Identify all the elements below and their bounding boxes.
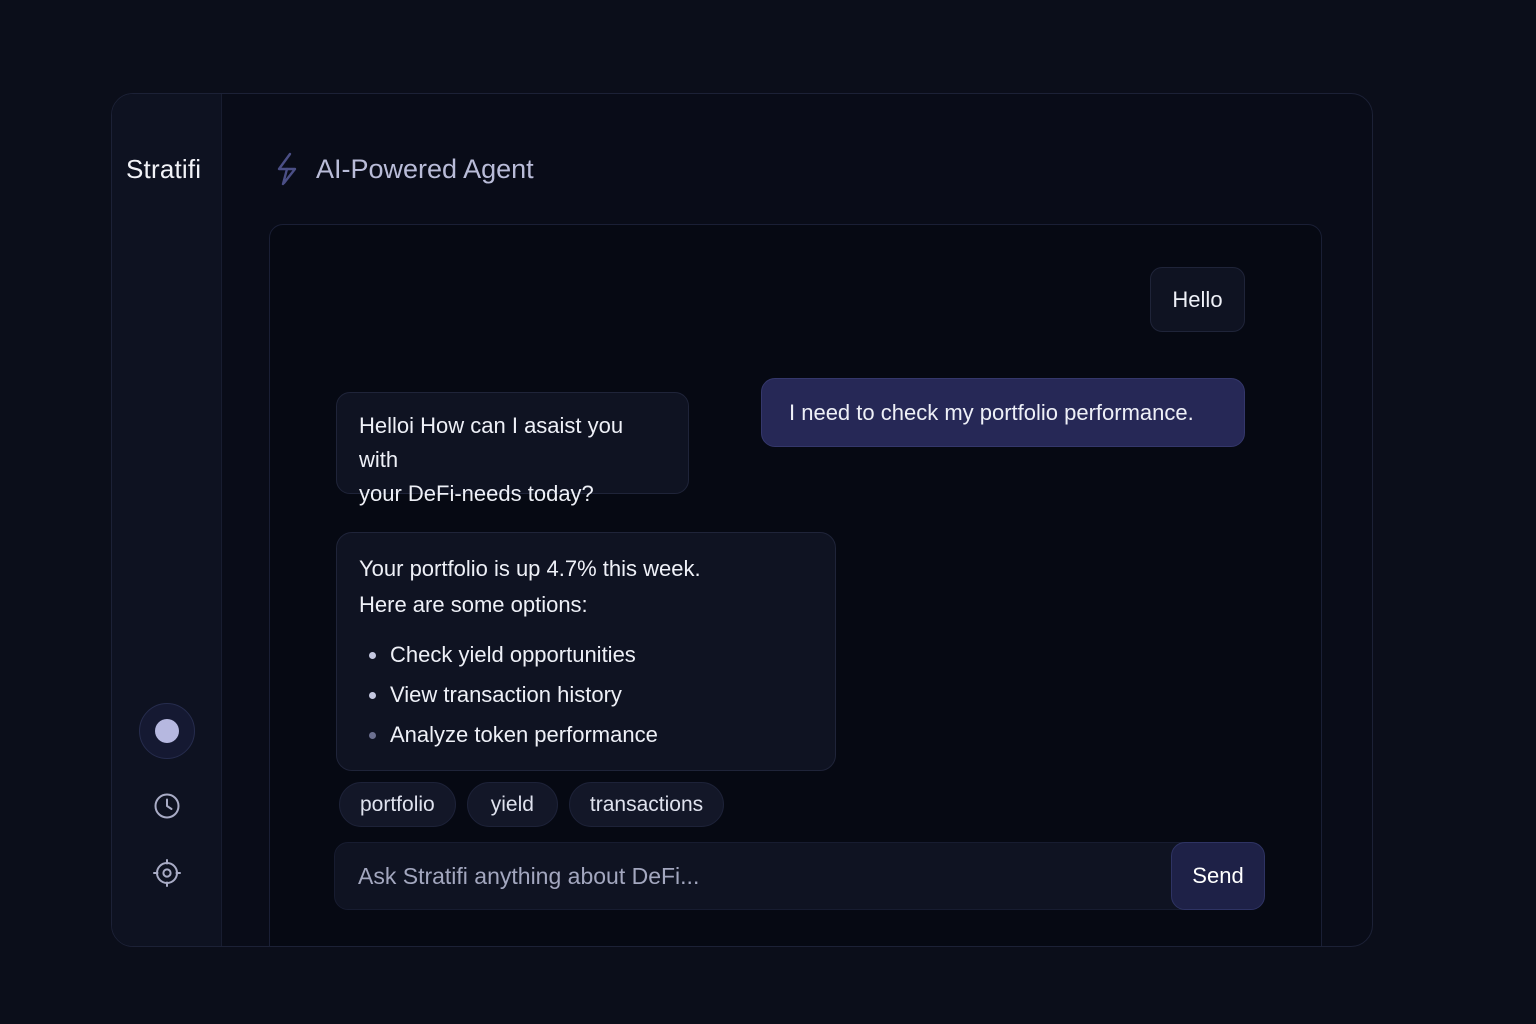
message-text: Hello: [1172, 286, 1223, 312]
send-button[interactable]: Send: [1171, 842, 1265, 910]
message-composer: Send: [334, 842, 1265, 910]
message-text: your DeFi-needs today?: [359, 481, 594, 506]
nav-home-button[interactable]: [139, 703, 195, 759]
message-text: Your portfolio is up 4.7% this week.: [359, 556, 701, 581]
bullet-icon: [369, 732, 376, 739]
bullet-icon: [369, 692, 376, 699]
lightning-bolt-icon: [277, 152, 297, 186]
page-header: AI-Powered Agent: [274, 149, 534, 189]
sidebar: Stratifi: [112, 94, 222, 946]
options-list: Check yield opportunities View transacti…: [359, 635, 815, 755]
option-item[interactable]: View transaction history: [359, 675, 815, 715]
chat-input[interactable]: [335, 843, 1165, 909]
chat-panel: Hello I need to check my portfolio perfo…: [269, 224, 1322, 946]
nav-settings-button[interactable]: [139, 845, 195, 901]
assistant-message-bubble: Your portfolio is up 4.7% this week. Her…: [336, 532, 836, 771]
chip-transactions[interactable]: transactions: [568, 782, 725, 827]
home-dot-icon: [155, 719, 179, 743]
chip-portfolio[interactable]: portfolio: [339, 782, 456, 827]
message-text: I need to check my portfolio performance…: [789, 399, 1194, 425]
brand-logo: Stratifi: [126, 154, 202, 184]
suggestion-chips: portfolio yield transactions: [339, 782, 735, 827]
user-message-bubble: Hello: [1150, 267, 1245, 332]
chip-yield[interactable]: yield: [466, 782, 558, 827]
option-item[interactable]: Check yield opportunities: [359, 635, 815, 675]
option-label: View transaction history: [390, 682, 622, 707]
gear-icon: [153, 859, 181, 887]
message-text: Here are some options:: [359, 592, 588, 617]
clock-icon: [154, 793, 180, 819]
option-item[interactable]: Analyze token performance: [359, 715, 815, 755]
message-text: Helloi How can I asaist you with: [359, 413, 624, 472]
bullet-icon: [369, 652, 376, 659]
option-label: Check yield opportunities: [390, 642, 636, 667]
page-title: AI-Powered Agent: [316, 153, 534, 184]
user-message-bubble: I need to check my portfolio performance…: [761, 378, 1245, 447]
option-label: Analyze token performance: [390, 722, 658, 747]
app-window: Stratifi AI-Powered Agent Hello I need t…: [111, 93, 1373, 947]
nav-history-button[interactable]: [139, 778, 195, 834]
assistant-message-bubble: Helloi How can I asaist you with your De…: [336, 392, 689, 506]
